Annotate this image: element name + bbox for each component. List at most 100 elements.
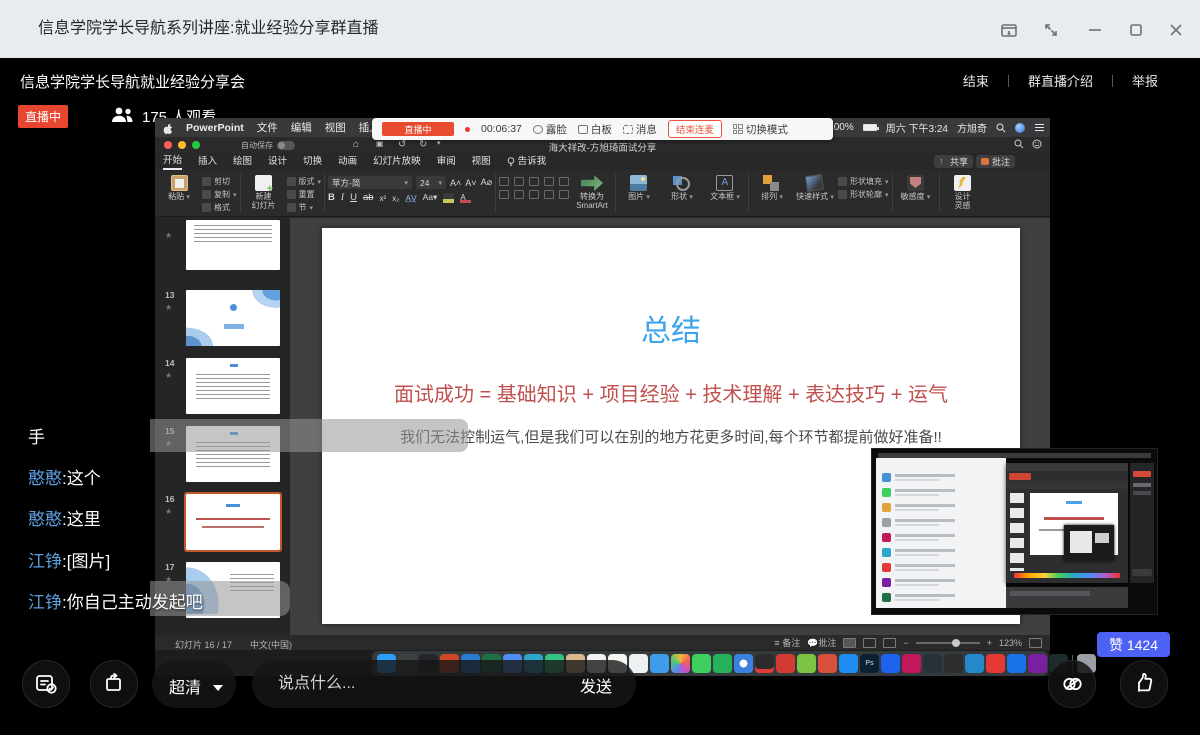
dock-terminal-icon[interactable] — [944, 654, 963, 673]
dock-app-store-icon[interactable] — [839, 654, 858, 673]
italic-button[interactable]: I — [341, 193, 344, 203]
strikethrough-button[interactable]: ab — [363, 192, 374, 203]
dock-weather-icon[interactable] — [650, 654, 669, 673]
chat-sender-name[interactable]: 江铮 — [28, 593, 62, 612]
mac-menu-item[interactable]: 编辑 — [291, 120, 312, 135]
mac-user[interactable]: 方旭奇 — [957, 120, 987, 135]
tab-幻灯片放映[interactable]: 幻灯片放映 — [373, 154, 421, 169]
change-case-button[interactable]: Aa▾ — [423, 192, 438, 203]
chat-input[interactable] — [278, 660, 528, 708]
tab-绘图[interactable]: 绘图 — [233, 154, 252, 169]
slideshow-icon[interactable] — [883, 638, 896, 648]
slide-sorter-icon[interactable] — [863, 638, 876, 648]
tab-切换[interactable]: 切换 — [303, 154, 322, 169]
ribbon-button-新建幻灯片[interactable]: 新建幻灯片 — [244, 173, 284, 210]
chat-panel-button[interactable] — [22, 660, 70, 708]
tab-视图[interactable]: 视图 — [472, 154, 491, 169]
char-spacing-button[interactable]: A̲V̲ — [405, 193, 416, 203]
comments-button[interactable]: 批注 — [976, 155, 1015, 168]
chat-sender-name[interactable]: 江铮 — [28, 552, 62, 571]
chat-sender-name[interactable]: 憨憨 — [28, 469, 62, 488]
ribbon-button-快速样式[interactable]: 快速样式 ▾ — [795, 173, 835, 202]
ribbon-mini-剪切[interactable]: 剪切 — [202, 176, 237, 187]
font-resize-button-0[interactable]: A˄ — [450, 178, 461, 188]
dock-photoshop-icon[interactable]: Ps — [860, 654, 879, 673]
tell-me-box[interactable]: 告诉我 — [507, 154, 547, 169]
fit-window-icon[interactable] — [1029, 638, 1042, 648]
font-name-select[interactable]: 苹方-简▾ — [328, 176, 412, 189]
ppt-search-icon[interactable] — [1014, 139, 1024, 149]
share-button[interactable]: 共享 — [934, 155, 973, 168]
font-resize-button-1[interactable]: A˅ — [465, 178, 476, 188]
comments-toggle[interactable]: 💬批注 — [807, 636, 836, 649]
underline-button[interactable]: U — [350, 192, 357, 203]
dock-netease-music-icon[interactable] — [776, 654, 795, 673]
dock-teamviewer-icon[interactable] — [1007, 654, 1026, 673]
zoom-level[interactable]: 123% — [999, 638, 1022, 648]
indent-icon[interactable] — [529, 177, 539, 186]
spotlight-search-icon[interactable] — [996, 123, 1006, 133]
zoom-out-icon[interactable]: − — [903, 638, 908, 648]
tab-设计[interactable]: 设计 — [268, 154, 287, 169]
dock-kugou-music-icon[interactable] — [797, 654, 816, 673]
subscript-button[interactable]: x₂ — [392, 194, 399, 203]
font-resize-button-2[interactable]: A⌀ — [481, 177, 492, 188]
spacing-icon[interactable] — [544, 177, 554, 186]
chat-sender-name[interactable]: 憨憨 — [28, 510, 62, 529]
maximize-icon[interactable] — [1125, 19, 1147, 41]
numbering-icon[interactable] — [514, 177, 524, 186]
like-button[interactable] — [1120, 660, 1168, 708]
ribbon-button-图片[interactable]: 图片 ▾ — [619, 173, 659, 202]
tab-审阅[interactable]: 审阅 — [437, 154, 456, 169]
ribbon-button-敏感度[interactable]: 敏感度 ▾ — [896, 173, 936, 202]
highlight-color-button[interactable] — [443, 193, 454, 203]
dock-iina-icon[interactable] — [1028, 654, 1047, 673]
slide-thumbnail-14[interactable] — [186, 358, 280, 414]
zoom-slider[interactable] — [916, 642, 980, 644]
control-center-icon[interactable] — [1034, 123, 1045, 132]
pip-preview[interactable] — [872, 449, 1157, 614]
dock-messages-icon[interactable] — [692, 654, 711, 673]
dock-xmind-icon[interactable] — [818, 654, 837, 673]
dock-pencil-app-icon[interactable] — [986, 654, 1005, 673]
stream-action-0[interactable]: 结束 — [963, 71, 989, 90]
ribbon-button-形状[interactable]: 形状 ▾ — [662, 173, 702, 202]
dock-vscode-icon[interactable] — [965, 654, 984, 673]
ribbon-mini-形状轮廓[interactable]: 形状轮廓▾ — [838, 189, 889, 200]
minimize-icon[interactable] — [1084, 19, 1106, 41]
align-icon[interactable] — [559, 177, 569, 186]
dock-docker-icon[interactable] — [881, 654, 900, 673]
tab-动画[interactable]: 动画 — [338, 154, 357, 169]
dock-android-studio-icon[interactable] — [923, 654, 942, 673]
close-icon[interactable] — [1165, 19, 1187, 41]
tab-插入[interactable]: 插入 — [198, 154, 217, 169]
ribbon-button-转换为SmartArt[interactable]: 转换为SmartArt — [572, 173, 612, 210]
pin-window-icon[interactable] — [998, 19, 1020, 41]
zoom-in-icon[interactable]: + — [987, 638, 992, 648]
end-call-button[interactable]: 结束连麦 — [668, 120, 722, 138]
rotate-screen-button[interactable] — [90, 660, 138, 708]
ribbon-mini-复制[interactable]: 复制▾ — [202, 189, 237, 200]
slide-thumbnail-13[interactable] — [186, 290, 280, 346]
switch-mode-button[interactable]: 切换模式 — [733, 122, 788, 137]
ribbon-mini-重置[interactable]: 重置 — [287, 189, 322, 200]
ribbon-button-排列[interactable]: 排列 ▾ — [752, 173, 792, 202]
slide-thumbnail-16[interactable] — [186, 494, 280, 550]
spacing-icon[interactable] — [544, 190, 554, 199]
font-size-select[interactable]: 24▾ — [416, 176, 446, 189]
quality-selector[interactable]: 超清 — [152, 660, 236, 708]
ribbon-button-设计灵感[interactable]: 设计灵感 — [943, 173, 983, 210]
indent-icon[interactable] — [529, 190, 539, 199]
send-button[interactable]: 发送 — [580, 673, 612, 697]
bullets-icon[interactable] — [499, 190, 509, 199]
dock-qq-icon[interactable] — [755, 654, 774, 673]
ribbon-mini-形状填充[interactable]: 形状填充▾ — [838, 176, 889, 187]
message-button[interactable]: 消息 — [623, 122, 657, 137]
user-avatar[interactable] — [1015, 123, 1025, 133]
link-mic-button[interactable] — [1048, 660, 1096, 708]
language-indicator[interactable]: 中文(中国) — [250, 638, 292, 651]
dock-cube-app-icon[interactable] — [902, 654, 921, 673]
stream-action-1[interactable]: 群直播介绍 — [1028, 71, 1093, 90]
fullscreen-icon[interactable] — [1040, 19, 1062, 41]
align-icon[interactable] — [559, 190, 569, 199]
